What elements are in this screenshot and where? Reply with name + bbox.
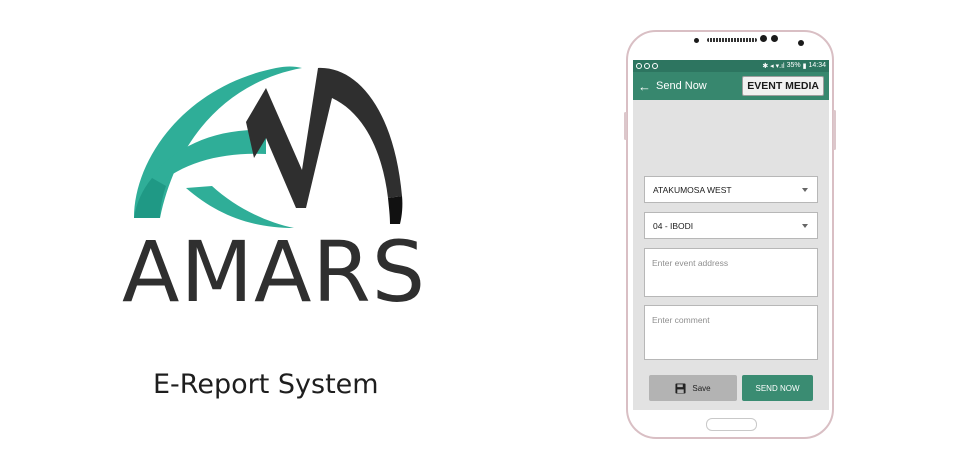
save-button-label: Save — [692, 383, 711, 393]
event-address-input[interactable]: Enter event address — [644, 248, 818, 297]
dropdown-caret-icon — [802, 188, 808, 192]
app-bar: ← Send Now EVENT MEDIA — [633, 72, 829, 100]
sensor-icon — [694, 38, 699, 43]
signal-indicators: ✱ ◂ ▾.ıl — [762, 63, 785, 70]
power-button — [833, 110, 836, 150]
speaker-grille — [707, 38, 757, 42]
notification-icon — [652, 63, 658, 69]
ward-select-value: 04 - IBODI — [653, 220, 694, 231]
lga-select-value: ATAKUMOSA WEST — [653, 184, 732, 195]
front-camera-icon — [771, 35, 778, 42]
phone-mockup: ✱ ◂ ▾.ıl 35% ▮ 14:34 ← Send Now EVENT ME… — [624, 30, 836, 439]
app-title: Send Now — [656, 80, 707, 92]
ward-select[interactable]: 04 - IBODI — [644, 212, 818, 239]
dropdown-caret-icon — [802, 224, 808, 228]
save-button[interactable]: Save — [649, 375, 737, 401]
comment-input[interactable]: Enter comment — [644, 305, 818, 360]
send-now-button[interactable]: SEND NOW — [742, 375, 813, 401]
form-actions: Save SEND NOW — [649, 375, 813, 401]
report-form: ATAKUMOSA WEST 04 - IBODI Enter event ad… — [644, 176, 818, 360]
lga-select[interactable]: ATAKUMOSA WEST — [644, 176, 818, 203]
clock: 14:34 — [808, 62, 826, 69]
whatsapp-icon — [636, 63, 642, 69]
brand-tagline: E-Report System — [153, 369, 379, 400]
front-camera-icon — [760, 35, 767, 42]
volume-button — [624, 112, 627, 140]
battery-icon: ▮ — [802, 63, 807, 70]
status-bar: ✱ ◂ ▾.ıl 35% ▮ 14:34 — [633, 60, 829, 72]
brand-name: AMARS — [122, 223, 427, 321]
phone-screen: ✱ ◂ ▾.ıl 35% ▮ 14:34 ← Send Now EVENT ME… — [633, 60, 829, 410]
amars-logo-mark-icon — [134, 66, 403, 228]
event-media-button[interactable]: EVENT MEDIA — [742, 76, 824, 96]
battery-level: 35% — [786, 62, 801, 69]
sensor-icon — [798, 40, 804, 46]
floppy-disk-icon — [675, 382, 686, 394]
notification-icon — [644, 63, 650, 69]
home-button[interactable] — [706, 418, 757, 431]
arrow-left-icon[interactable]: ← — [638, 79, 656, 94]
